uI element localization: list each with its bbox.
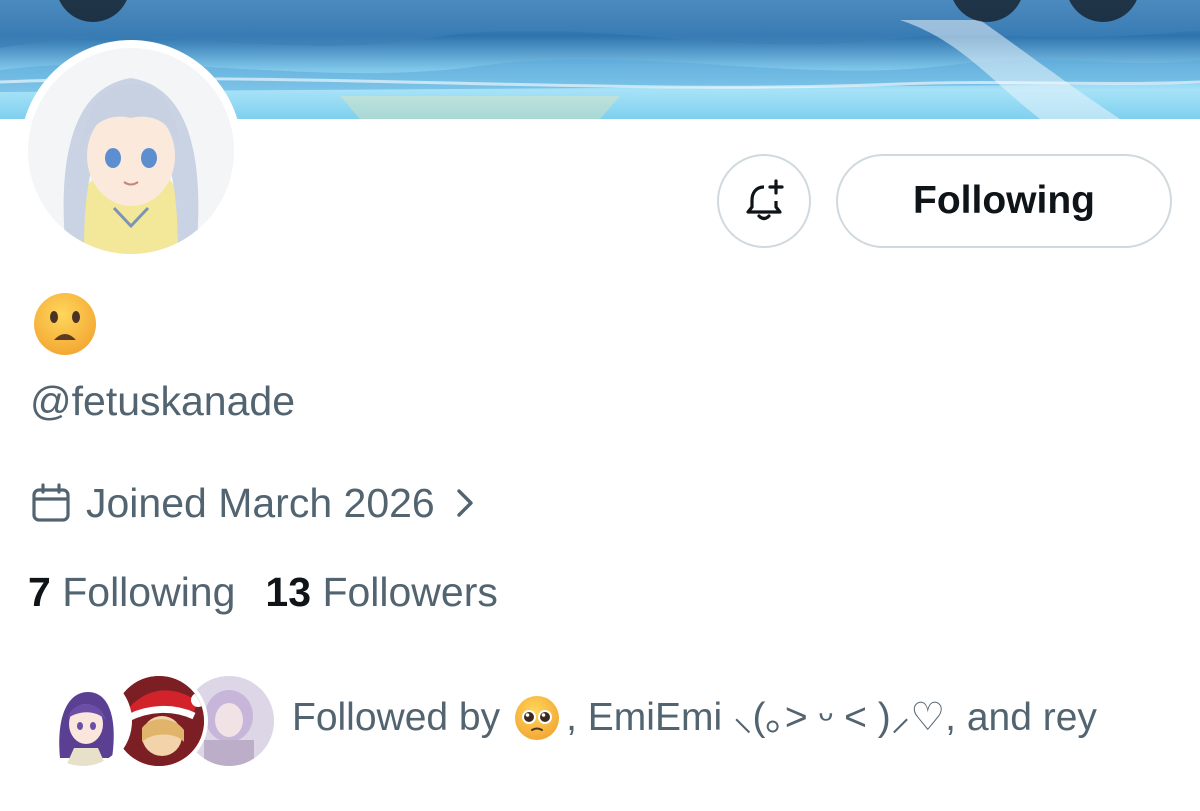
followers-count: 13	[265, 569, 312, 615]
following-count-label: Following	[62, 569, 236, 615]
follower-avatar-1[interactable]	[34, 672, 132, 770]
follow-counts: 7 Following 13 Followers	[28, 566, 498, 618]
followers-count-link[interactable]: 13 Followers	[265, 569, 497, 615]
joined-label: Joined March 2026	[86, 479, 435, 526]
followed-by-names: , EmiEmi ⸜(｡˃ ᵕ ˂ )⸝♡, and rey	[566, 696, 1097, 739]
followed-by-text[interactable]: Followed by , EmiEmi ⸜(｡˃ ᵕ ˂ )⸝♡, and r…	[292, 692, 1097, 744]
frowning-face-emoji	[34, 293, 96, 355]
profile-handle: @fetuskanade	[30, 378, 296, 424]
pleading-face-emoji	[515, 696, 560, 740]
avatar-image	[38, 676, 128, 766]
followed-by-prefix: Followed by	[292, 696, 501, 739]
chevron-right-icon	[457, 489, 473, 517]
followers-count-label: Followers	[322, 569, 498, 615]
following-button[interactable]: Following	[836, 154, 1172, 248]
bell-plus-icon	[746, 179, 784, 221]
profile-avatar[interactable]	[20, 40, 242, 262]
avatar-image	[28, 48, 234, 254]
notifications-button[interactable]	[717, 154, 811, 248]
calendar-icon	[32, 483, 70, 522]
following-count-link[interactable]: 7 Following	[28, 569, 235, 615]
following-count: 7	[28, 569, 51, 615]
joined-date[interactable]: Joined March 2026	[30, 477, 477, 529]
